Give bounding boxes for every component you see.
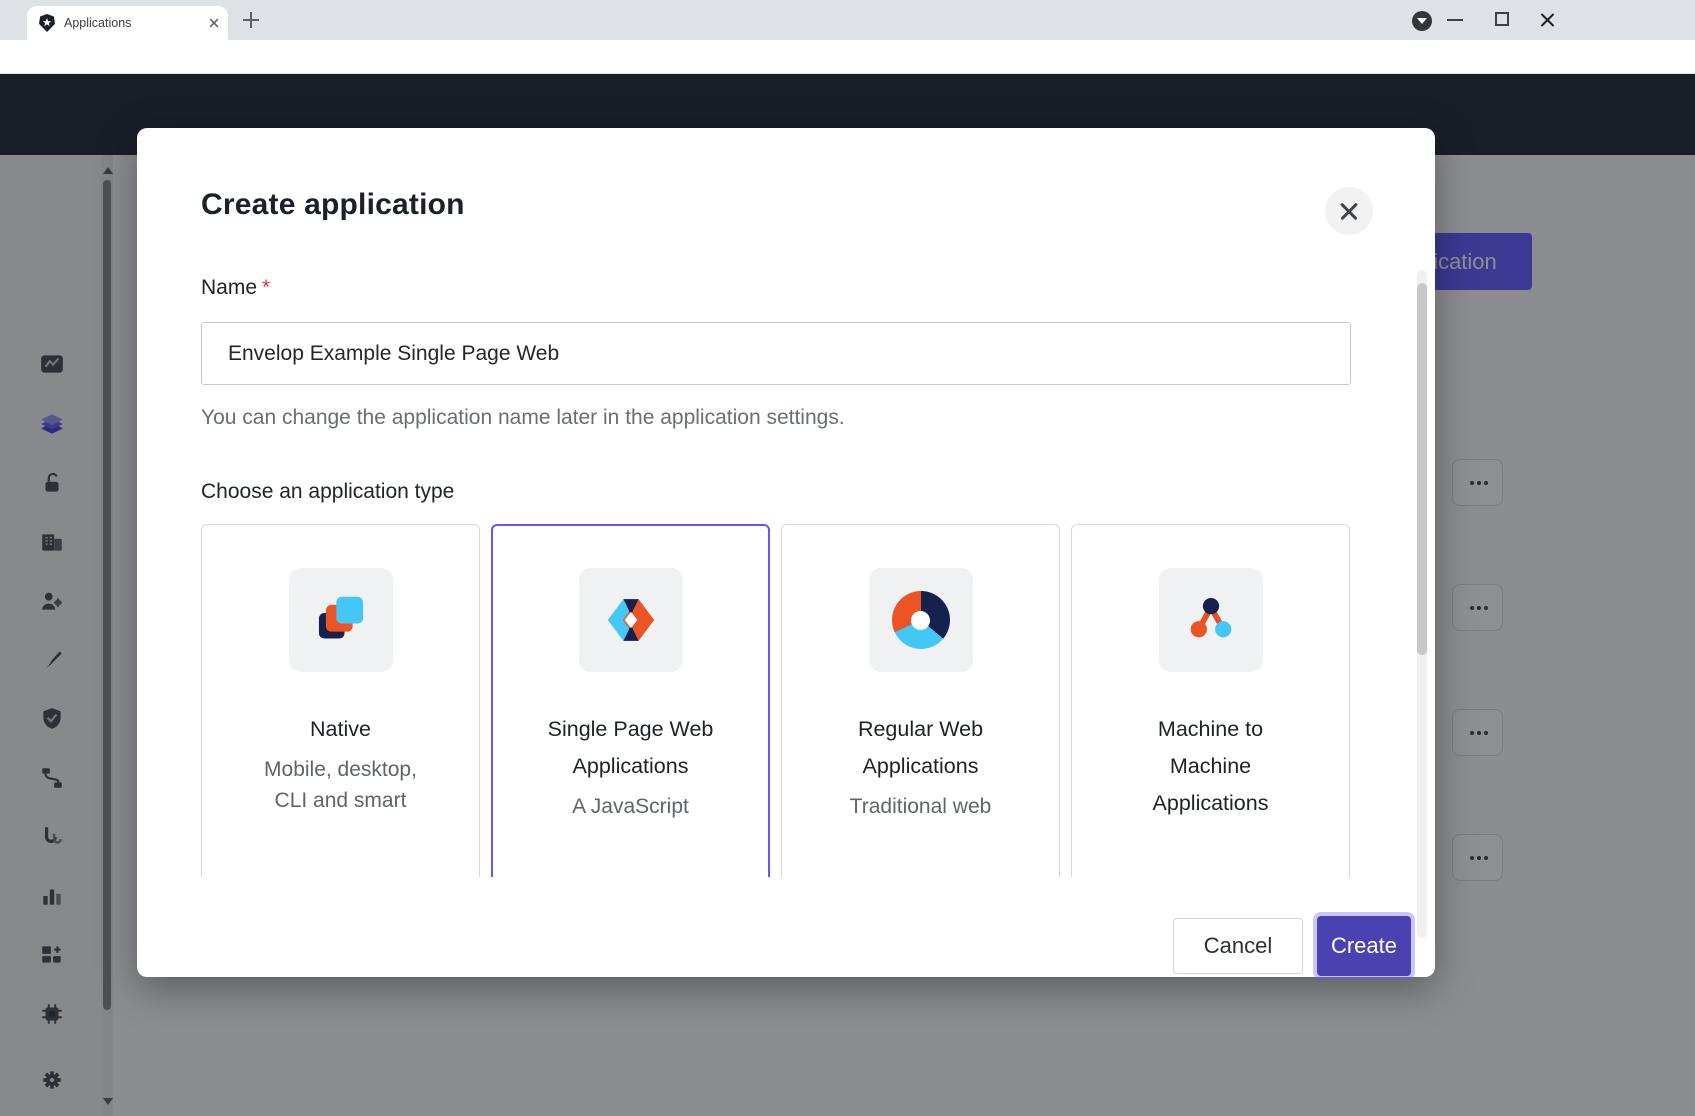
card-title: Single Page Web Applications (493, 711, 768, 785)
new-tab-button[interactable] (242, 11, 260, 29)
card-description: Mobile, desktop, CLI and smart (202, 754, 479, 816)
required-asterisk: * (262, 276, 270, 299)
window-close-button[interactable] (1540, 13, 1554, 27)
spa-icon (579, 568, 683, 672)
regular-web-icon (869, 568, 973, 672)
browser-window: Applications manage.auth0.com/dashboard/… (0, 0, 1695, 1116)
window-maximize-button[interactable] (1495, 12, 1509, 26)
card-description: A JavaScript (493, 791, 768, 822)
tab-title: Applications (64, 16, 208, 30)
card-title: Regular Web Applications (782, 711, 1059, 785)
card-machine-to-machine[interactable]: Machine to Machine Applications (1071, 524, 1350, 877)
card-native[interactable]: Native Mobile, desktop, CLI and smart (201, 524, 480, 877)
native-app-icon (289, 568, 393, 672)
application-type-cards: Native Mobile, desktop, CLI and smart (201, 524, 1353, 877)
close-icon[interactable] (1325, 187, 1373, 235)
modal-title: Create application (201, 188, 465, 222)
machine-to-machine-icon (1159, 568, 1263, 672)
card-title: Native (202, 711, 479, 748)
name-label: Name* (201, 276, 270, 300)
tab-search-icon[interactable] (1412, 11, 1432, 31)
browser-tab[interactable]: Applications (27, 6, 228, 40)
browser-toolbar: manage.auth0.com/dashboard/eu/dream-watc… (0, 40, 1695, 74)
card-title: Machine to Machine Applications (1072, 711, 1349, 822)
create-application-modal: Create application Name* You can change … (137, 128, 1435, 977)
cancel-button[interactable]: Cancel (1173, 918, 1303, 974)
tab-close-icon[interactable] (209, 18, 219, 28)
modal-scrollbar-thumb[interactable] (1417, 283, 1427, 655)
application-name-input[interactable] (201, 322, 1351, 385)
name-helper-text: You can change the application name late… (201, 406, 845, 430)
card-single-page-web[interactable]: Single Page Web Applications A JavaScrip… (491, 524, 770, 877)
create-button[interactable]: Create (1317, 916, 1411, 976)
tab-strip: Applications (0, 0, 1695, 40)
card-description: Traditional web (782, 791, 1059, 822)
auth0-favicon-icon (39, 14, 55, 32)
application-type-label: Choose an application type (201, 480, 454, 504)
card-regular-web[interactable]: Regular Web Applications Traditional web (781, 524, 1060, 877)
window-minimize-button[interactable] (1447, 19, 1463, 21)
